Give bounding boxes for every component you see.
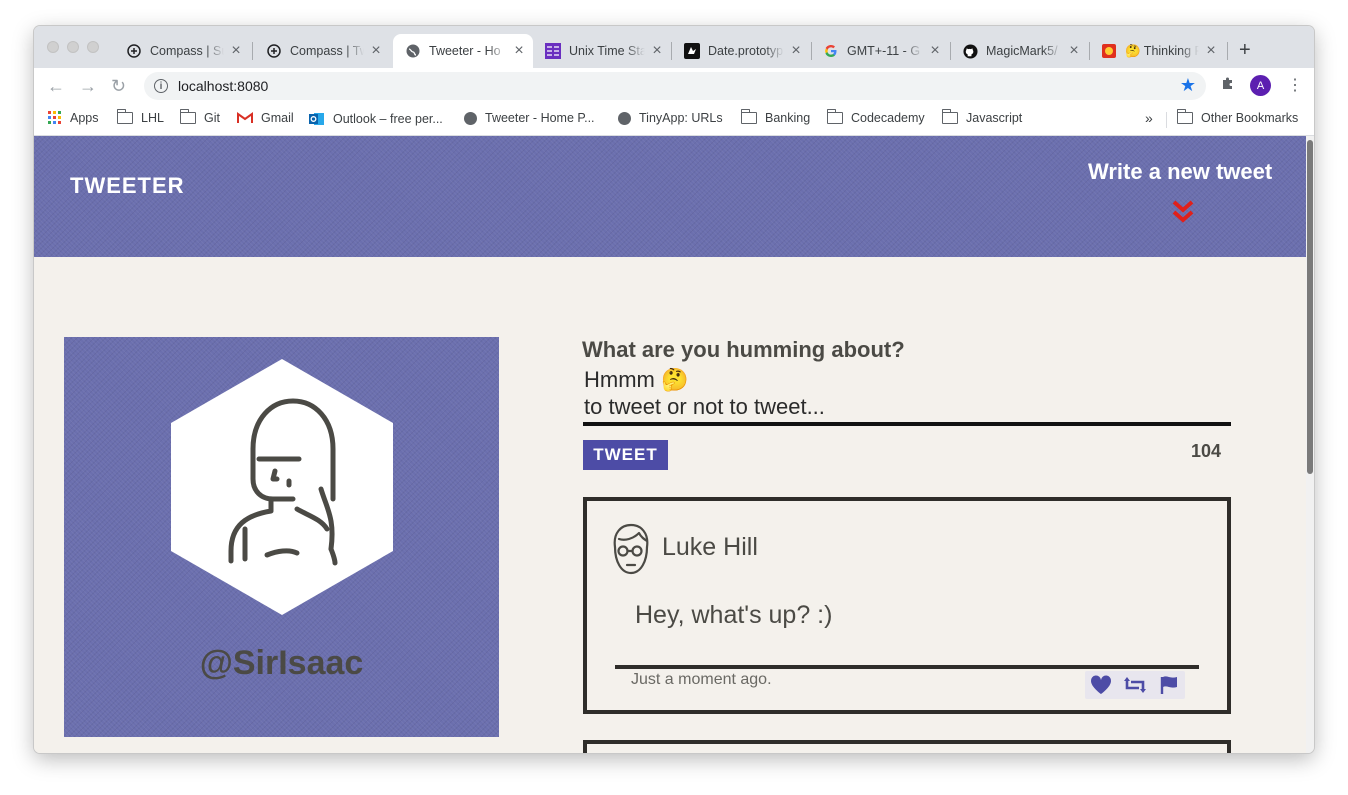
- maximize-window-button[interactable]: [87, 41, 99, 53]
- page-scrollbar[interactable]: [1306, 136, 1314, 753]
- bookmark-banking[interactable]: Banking: [740, 109, 810, 125]
- close-tab-icon[interactable]: ×: [1066, 42, 1082, 60]
- folder-icon: [1176, 109, 1193, 124]
- tweeter-page: TWEETER Write a new tweet @SirIsaac What…: [34, 136, 1306, 753]
- github-icon: [962, 43, 978, 59]
- close-tab-icon[interactable]: ×: [649, 42, 665, 60]
- folder-icon: [740, 109, 757, 124]
- retweet-icon[interactable]: [1123, 673, 1147, 697]
- compass-icon: [126, 43, 142, 59]
- tweet-actions: [1085, 671, 1185, 699]
- folder-icon: [941, 109, 958, 124]
- tweet-text-line: Hmmm 🤔: [584, 367, 689, 392]
- gmail-icon: [237, 112, 253, 124]
- tweet-author-name: Luke Hill: [662, 533, 758, 561]
- heart-icon[interactable]: [1089, 673, 1113, 697]
- profile-avatar[interactable]: A: [1250, 75, 1271, 96]
- profile-avatar-hexagon: [171, 359, 393, 620]
- tab-date-prototype[interactable]: Date.prototyp ×: [672, 34, 810, 68]
- close-window-button[interactable]: [47, 41, 59, 53]
- bookmark-outlook[interactable]: Outlook – free per...: [309, 111, 443, 127]
- textarea-underline: [583, 422, 1231, 426]
- browser-toolbar: ← → ↻ i localhost:8080 ★ A ⋮: [34, 68, 1314, 104]
- compass-icon: [266, 43, 282, 59]
- google-icon: [823, 43, 839, 59]
- tweet-divider: [615, 665, 1199, 669]
- tweet-card: [583, 740, 1231, 753]
- tab-strip: Compass | Su × Compass | Tw × Tweeter - …: [34, 26, 1314, 68]
- folder-icon: [179, 109, 196, 124]
- tab-divider: [252, 42, 253, 60]
- extensions-puzzle-icon[interactable]: [1220, 76, 1236, 97]
- minimize-window-button[interactable]: [67, 41, 79, 53]
- bookmarks-divider: [1166, 112, 1167, 128]
- close-tab-icon[interactable]: ×: [788, 42, 804, 60]
- user-avatar-icon: [607, 521, 655, 582]
- tab-unix-time[interactable]: Unix Time Sta ×: [533, 34, 671, 68]
- tab-tweeter-active[interactable]: Tweeter - Ho ×: [393, 34, 533, 68]
- unix-time-icon: [545, 43, 561, 59]
- bookmark-gmail[interactable]: Gmail: [237, 111, 294, 125]
- address-bar[interactable]: i localhost:8080 ★: [144, 72, 1206, 100]
- tab-compass-2[interactable]: Compass | Tw ×: [254, 34, 390, 68]
- tweet-textarea[interactable]: Hmmm 🤔 to tweet or not to tweet...: [584, 366, 825, 420]
- profile-handle: @SirIsaac: [199, 644, 364, 682]
- globe-icon: [464, 111, 477, 125]
- double-chevron-down-icon[interactable]: [1172, 200, 1194, 229]
- reload-icon[interactable]: ↻: [111, 76, 126, 96]
- tab-thinking-face[interactable]: 🤔 Thinking F ×: [1089, 34, 1225, 68]
- new-tab-button[interactable]: +: [1239, 39, 1251, 62]
- flag-icon[interactable]: [1157, 673, 1181, 697]
- bookmark-javascript[interactable]: Javascript: [941, 109, 1022, 125]
- emojipedia-icon: [1101, 43, 1117, 59]
- bookmark-git[interactable]: Git: [179, 109, 220, 125]
- forward-arrow-icon[interactable]: →: [79, 76, 97, 96]
- folder-icon: [826, 109, 843, 124]
- tab-divider: [1227, 42, 1228, 60]
- tweet-card: Luke Hill Hey, what's up? :) Just a mome…: [583, 497, 1231, 714]
- brand-logo[interactable]: TWEETER: [70, 173, 185, 199]
- write-new-tweet-link[interactable]: Write a new tweet: [1088, 159, 1272, 185]
- scrollbar-thumb[interactable]: [1307, 140, 1313, 474]
- bookmark-apps[interactable]: Apps: [48, 111, 99, 125]
- bookmark-codecademy[interactable]: Codecademy: [826, 109, 925, 125]
- close-tab-icon[interactable]: ×: [511, 42, 527, 60]
- close-tab-icon[interactable]: ×: [368, 42, 384, 60]
- apps-grid-icon: [48, 111, 62, 125]
- bookmark-tinyapp[interactable]: TinyApp: URLs: [618, 111, 723, 125]
- tweet-submit-button[interactable]: TWEET: [583, 440, 668, 470]
- tab-gmt-search[interactable]: GMT+-11 - G ×: [811, 34, 949, 68]
- bookmarks-bar: Apps LHL Git Gmail Outlook – free per...…: [34, 104, 1314, 136]
- bookmark-lhl[interactable]: LHL: [116, 109, 164, 125]
- composer-label: What are you humming about?: [582, 337, 905, 362]
- outlook-icon: [309, 111, 325, 127]
- mdn-icon: [684, 43, 700, 59]
- bookmarks-overflow-button[interactable]: »: [1145, 110, 1153, 126]
- character-counter: 104: [1191, 441, 1222, 461]
- site-info-icon[interactable]: i: [154, 79, 168, 93]
- tweet-text-line: to tweet or not to tweet...: [584, 394, 825, 419]
- profile-card: @SirIsaac: [64, 337, 499, 737]
- other-bookmarks[interactable]: Other Bookmarks: [1176, 109, 1298, 125]
- tweet-content: Hey, what's up? :): [635, 601, 833, 629]
- url-text[interactable]: localhost:8080: [178, 78, 268, 94]
- bookmark-tweeter[interactable]: Tweeter - Home P...: [464, 111, 595, 125]
- globe-icon: [405, 43, 421, 59]
- close-tab-icon[interactable]: ×: [1203, 42, 1219, 60]
- close-tab-icon[interactable]: ×: [228, 42, 244, 60]
- more-menu-icon[interactable]: ⋮: [1287, 75, 1303, 95]
- tweet-timestamp: Just a moment ago.: [631, 671, 772, 688]
- globe-icon: [618, 111, 631, 125]
- folder-icon: [116, 109, 133, 124]
- browser-window: Compass | Su × Compass | Tw × Tweeter - …: [34, 26, 1314, 753]
- bookmark-star-icon[interactable]: ★: [1180, 75, 1196, 96]
- back-arrow-icon[interactable]: ←: [47, 76, 65, 96]
- site-header: TWEETER Write a new tweet: [34, 136, 1306, 257]
- tab-github[interactable]: MagicMark5/ ×: [950, 34, 1088, 68]
- close-tab-icon[interactable]: ×: [927, 42, 943, 60]
- tab-compass-1[interactable]: Compass | Su ×: [114, 34, 250, 68]
